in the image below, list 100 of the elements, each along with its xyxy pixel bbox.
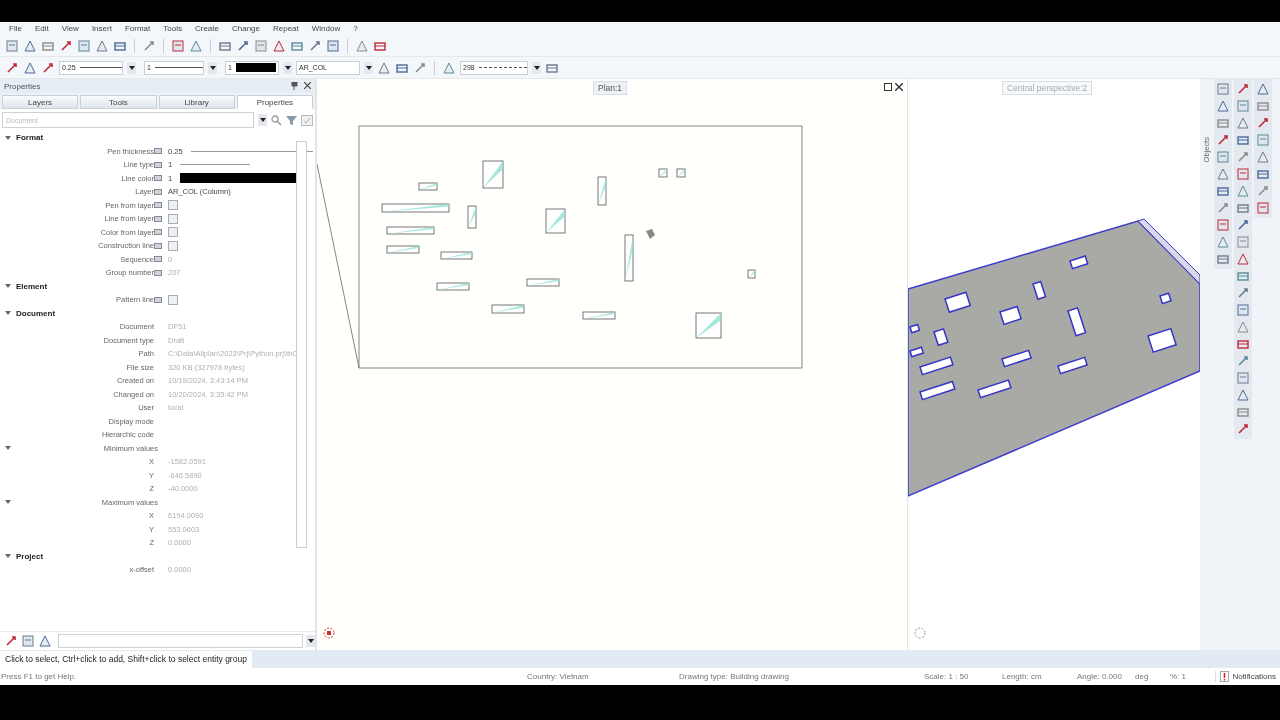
tool-icon[interactable] xyxy=(1216,235,1230,249)
tool-icon[interactable] xyxy=(1256,116,1270,130)
panel-tab[interactable]: Tools xyxy=(80,95,157,109)
expand-toggle[interactable] xyxy=(4,133,12,142)
menu-item[interactable]: File xyxy=(9,24,22,33)
dropdown-button[interactable] xyxy=(258,114,267,126)
view-title[interactable]: Plan:1 xyxy=(593,81,628,95)
caret-icon xyxy=(209,65,216,70)
caret-icon xyxy=(128,65,135,70)
dropdown-button[interactable] xyxy=(364,61,373,74)
panel-tab[interactable]: Library xyxy=(158,95,235,109)
scrollbar[interactable] xyxy=(296,141,307,548)
status-item: Drawing type: Building drawing xyxy=(679,672,790,681)
tool-icon[interactable] xyxy=(5,60,19,75)
menu-item[interactable]: Window xyxy=(311,24,341,33)
tool-icon[interactable] xyxy=(1236,201,1250,215)
close-icon[interactable] xyxy=(304,82,311,89)
status-item: Angle: 0.000 xyxy=(1077,672,1123,681)
checkbox[interactable] xyxy=(168,240,178,251)
caret-icon xyxy=(365,65,372,70)
tool-icon[interactable] xyxy=(1216,184,1230,198)
dropdown-button[interactable] xyxy=(306,635,315,647)
status-item: %: 1 xyxy=(1170,672,1187,681)
tool-icon[interactable] xyxy=(95,38,109,53)
maximize-icon[interactable] xyxy=(884,83,892,91)
menu-item[interactable]: View xyxy=(61,24,79,33)
filter-icon[interactable] xyxy=(286,114,297,126)
tool-icon[interactable] xyxy=(142,38,156,53)
tool-icon[interactable] xyxy=(1236,82,1250,96)
tool-icon[interactable] xyxy=(308,38,322,53)
tool-icon[interactable] xyxy=(236,38,250,53)
checkbox[interactable] xyxy=(168,294,178,305)
apply-icon[interactable] xyxy=(301,114,313,126)
menu-item[interactable]: ? xyxy=(353,24,358,33)
tool-icon[interactable] xyxy=(1236,388,1250,402)
tool-icon[interactable] xyxy=(41,60,55,75)
tool-icon[interactable] xyxy=(1216,116,1230,130)
tool-icon[interactable] xyxy=(355,38,369,53)
tool-icon[interactable] xyxy=(1256,150,1270,164)
dropdown-button[interactable] xyxy=(283,61,292,74)
tool-icon[interactable] xyxy=(1236,422,1250,436)
tool-icon[interactable] xyxy=(442,60,456,75)
checkbox[interactable] xyxy=(168,200,178,211)
caret-icon xyxy=(307,639,314,643)
menu-item[interactable]: Create xyxy=(194,24,219,33)
target-icon[interactable] xyxy=(323,627,335,639)
tool-icon[interactable] xyxy=(189,38,203,53)
command-field[interactable] xyxy=(58,634,304,648)
status-text: Press F1 to get Help. xyxy=(1,672,78,681)
tool-icon[interactable] xyxy=(1256,99,1270,113)
section-title: Element xyxy=(16,281,48,291)
tool-icon[interactable] xyxy=(413,60,427,75)
close-icon[interactable] xyxy=(895,83,903,91)
tool-icon[interactable] xyxy=(1216,133,1230,147)
tool-icon[interactable] xyxy=(1216,218,1230,232)
tool-icon[interactable] xyxy=(1236,218,1250,232)
tool-icon[interactable] xyxy=(1216,99,1230,113)
tool-icon[interactable] xyxy=(1236,167,1250,181)
panel-tab[interactable]: Layers xyxy=(2,95,79,109)
tool-icon[interactable] xyxy=(23,60,37,75)
menu-item[interactable]: Change xyxy=(231,24,260,33)
tool-icon[interactable] xyxy=(59,38,73,53)
tool-icon[interactable] xyxy=(1216,252,1230,266)
tool-icon[interactable] xyxy=(1236,150,1250,164)
tool-icon[interactable] xyxy=(1236,184,1250,198)
dropdown-button[interactable] xyxy=(532,61,541,74)
menu-item[interactable]: Edit xyxy=(34,24,49,33)
line-sample xyxy=(180,164,251,166)
menu-item[interactable]: Format xyxy=(124,24,151,33)
tool-icon[interactable] xyxy=(1236,116,1250,130)
tool-icon[interactable] xyxy=(1256,184,1270,198)
dropdown-button[interactable] xyxy=(127,61,136,74)
notifications-button[interactable]: Notifications xyxy=(1215,671,1280,682)
tool-icon[interactable] xyxy=(1216,167,1230,181)
tool-icon[interactable] xyxy=(1236,133,1250,147)
tool-icon[interactable] xyxy=(1236,252,1250,266)
checkbox[interactable] xyxy=(168,213,178,224)
tool-icon[interactable] xyxy=(1236,269,1250,283)
menu-item[interactable]: Insert xyxy=(91,24,112,33)
tool-icon[interactable] xyxy=(1236,286,1250,300)
tool-icon[interactable] xyxy=(272,38,286,53)
section-title: Document xyxy=(16,308,56,318)
pin-icon[interactable] xyxy=(291,82,298,90)
checkbox[interactable] xyxy=(168,227,178,238)
tool-icon[interactable] xyxy=(326,38,340,53)
menu-item[interactable]: Tools xyxy=(163,24,182,33)
property-icon xyxy=(154,295,162,304)
panel-tab[interactable]: Properties xyxy=(236,95,313,109)
tool-icon[interactable] xyxy=(1236,354,1250,368)
menu-item[interactable]: Repeat xyxy=(273,24,299,33)
tool-icon[interactable] xyxy=(23,38,37,53)
tool-icon[interactable] xyxy=(1216,201,1230,215)
tool-icon[interactable] xyxy=(1256,201,1270,215)
status-item: Length: cm xyxy=(1002,672,1043,681)
dropdown-button[interactable] xyxy=(208,61,217,74)
tool-icon[interactable] xyxy=(1256,82,1270,96)
tool-icon[interactable] xyxy=(171,38,185,53)
tool-icon[interactable] xyxy=(1256,167,1270,181)
tool-icon[interactable] xyxy=(1236,405,1250,419)
tool-icon[interactable] xyxy=(1236,337,1250,351)
